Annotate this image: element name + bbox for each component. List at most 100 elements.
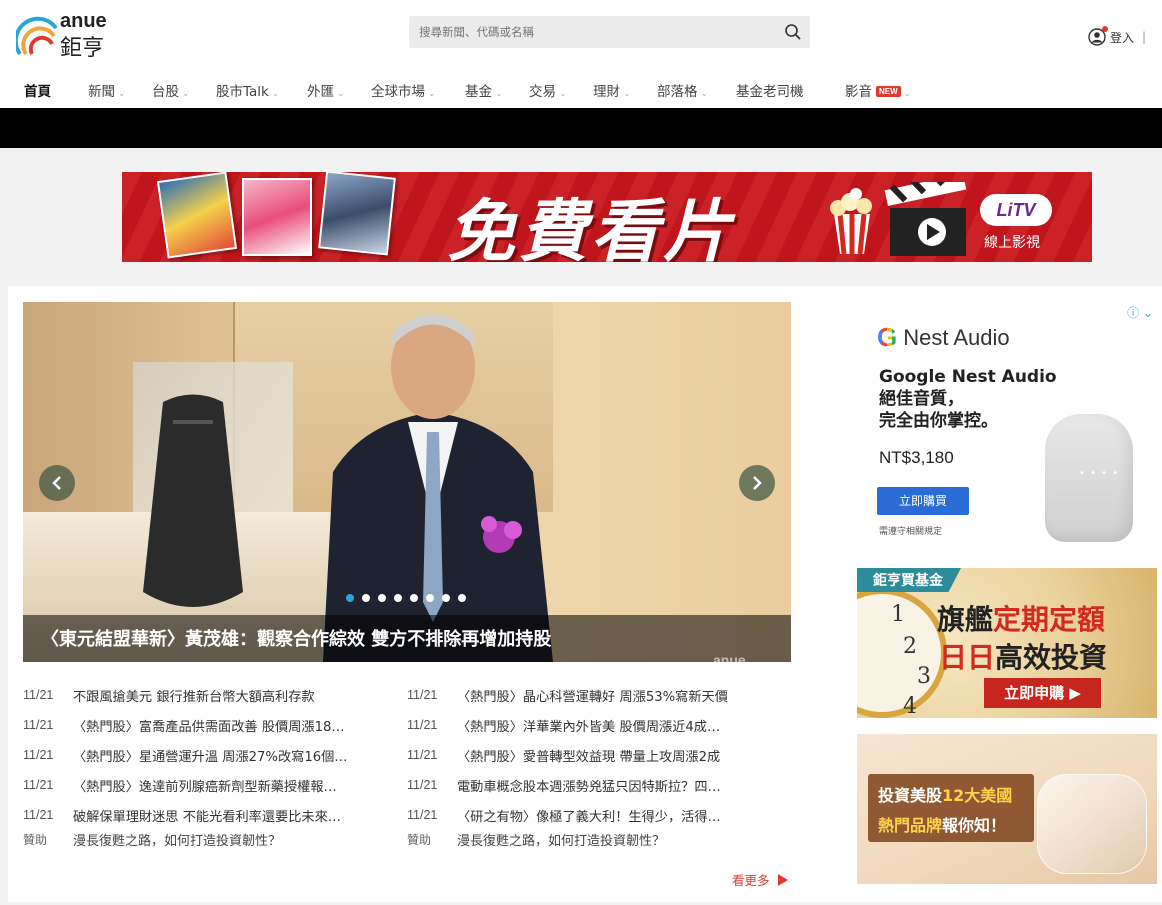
- sponsor-tag: 贊助: [23, 832, 48, 847]
- carousel-dot[interactable]: [442, 594, 450, 602]
- news-list-left: 11/21 不跟風搶美元 銀行推新台幣大額高利存款 11/21 〈熱門股〉富喬產品供…: [23, 680, 393, 830]
- logo-text-zh: 鉅亨: [60, 36, 105, 61]
- fund-ad[interactable]: 2 3 4 1 鉅亨買基金 旗艦定期定額 日日高效投資 立即申購 ▶: [857, 568, 1157, 718]
- sponsor-tag: 贊助: [407, 832, 432, 847]
- nest-audio-ad[interactable]: ⓘ ⌄ G Nest Audio Google Nest Audio 絕佳音質，…: [857, 302, 1157, 552]
- news-title[interactable]: 不跟風搶美元 銀行推新台幣大額高利存款: [73, 686, 393, 705]
- news-title[interactable]: 破解保單理財迷思 不能光看利率還要比未來…: [73, 806, 393, 825]
- clapperboard-icon: [884, 182, 967, 256]
- litv-logo: LiTV: [980, 194, 1052, 226]
- news-date: 11/21: [23, 748, 54, 762]
- news-date: 11/21: [407, 718, 438, 732]
- clock-image: 2 3 4 1: [857, 588, 947, 718]
- nest-brand-name: Nest Audio: [903, 324, 1010, 350]
- notification-dot: [1102, 26, 1108, 32]
- carousel-dot[interactable]: [410, 594, 418, 602]
- us-stock-ad[interactable]: 投資美股12大美國 熱門品牌報你知！: [857, 734, 1157, 884]
- carousel-dot[interactable]: [346, 594, 354, 602]
- new-badge: NEW: [876, 86, 901, 97]
- carousel-dot[interactable]: [426, 594, 434, 602]
- apply-now-button[interactable]: 立即申購 ▶: [984, 678, 1101, 708]
- nav-item-global-market[interactable]: 全球市場 ⌄: [371, 80, 436, 100]
- nav-item-fund-driver[interactable]: 基金老司機: [736, 80, 804, 100]
- carousel-dot[interactable]: [362, 594, 370, 602]
- nav-item-fund[interactable]: 基金 ⌄: [465, 80, 503, 100]
- chevron-down-icon: ⌄: [337, 89, 345, 99]
- news-title[interactable]: 〈熱門股〉晶心科營運轉好 周漲53%寫新天價: [457, 686, 777, 705]
- carousel-prev-button[interactable]: [39, 465, 75, 501]
- news-title[interactable]: 〈熱門股〉星通營運升溫 周漲27%改寫16個…: [73, 746, 393, 765]
- chevron-down-icon: ⌄: [495, 89, 503, 99]
- news-item[interactable]: 11/21 〈熱門股〉富喬產品供需面改善 股價周漲18…: [23, 710, 393, 740]
- news-item[interactable]: 11/21 〈熱門股〉愛普轉型效益現 帶量上攻周漲2成: [407, 740, 777, 770]
- carousel-dot[interactable]: [458, 594, 466, 602]
- poster-image: [156, 172, 238, 259]
- news-title[interactable]: 〈研之有物〉像極了義大利！生得少，活得…: [457, 806, 777, 825]
- news-item[interactable]: 11/21 不跟風搶美元 銀行推新台幣大額高利存款: [23, 680, 393, 710]
- nav-item-video[interactable]: 影音 NEW ⌄: [845, 80, 911, 100]
- news-title[interactable]: 〈熱門股〉富喬產品供需面改善 股價周漲18…: [73, 716, 393, 735]
- google-logo: G: [877, 322, 898, 352]
- news-title[interactable]: 〈熱門股〉愛普轉型效益現 帶量上攻周漲2成: [457, 746, 777, 765]
- litv-banner-ad[interactable]: 免費看片 LiTV 線上影視: [122, 172, 1092, 262]
- news-item[interactable]: 11/21 〈熱門股〉星通營運升溫 周漲27%改寫16個…: [23, 740, 393, 770]
- search-box: [409, 16, 810, 48]
- carousel-next-button[interactable]: [739, 465, 775, 501]
- poster-image: [318, 172, 396, 256]
- carousel-dot[interactable]: [378, 594, 386, 602]
- carousel-dot[interactable]: [394, 594, 402, 602]
- carousel-caption: 〈東元結盟華新〉黃茂雄：觀察合作綜效 雙方不排除再增加持股: [41, 629, 552, 650]
- nav-item-home[interactable]: 首頁: [24, 80, 51, 100]
- fund-tag: 鉅亨買基金: [857, 568, 961, 592]
- news-title[interactable]: 〈熱門股〉洋華業內外皆美 股價周漲近4成…: [457, 716, 777, 735]
- nav-item-stock-talk[interactable]: 股市Talk ⌄: [216, 80, 279, 100]
- black-bar: [0, 108, 1162, 148]
- nav-item-tw-stock[interactable]: 台股 ⌄: [152, 80, 190, 100]
- speaker-image: • • • •: [1045, 414, 1133, 542]
- headline-carousel[interactable]: 〈東元結盟華新〉黃茂雄：觀察合作綜效 雙方不排除再增加持股 anue: [23, 302, 791, 662]
- sponsor-title[interactable]: 漫長復甦之路，如何打造投資韌性？: [457, 830, 665, 849]
- nav-item-blog[interactable]: 部落格 ⌄: [657, 80, 708, 100]
- person-image: [323, 314, 553, 662]
- chevron-down-icon: ⌄: [118, 89, 126, 99]
- sponsored-item[interactable]: 贊助 漫長復甦之路，如何打造投資韌性？: [407, 826, 665, 852]
- chevron-down-icon: ⌄: [271, 89, 280, 99]
- news-list-right: 11/21 〈熱門股〉晶心科營運轉好 周漲53%寫新天價 11/21 〈熱門股〉洋華…: [407, 680, 777, 830]
- news-date: 11/21: [23, 688, 54, 702]
- news-item[interactable]: 11/21 〈熱門股〉洋華業內外皆美 股價周漲近4成…: [407, 710, 777, 740]
- chevron-down-icon: ⌄: [182, 89, 190, 99]
- search-input[interactable]: [409, 16, 769, 48]
- anue-logo[interactable]: anue 鉅亨: [16, 10, 126, 61]
- fund-headline-2: 日日高效投資: [939, 641, 1108, 674]
- news-item[interactable]: 11/21 電動車概念股本週漲勢兇猛只因特斯拉？四…: [407, 770, 777, 800]
- chevron-left-icon: [52, 476, 61, 490]
- nav-item-trade[interactable]: 交易 ⌄: [529, 80, 567, 100]
- news-item[interactable]: 11/21 〈熱門股〉逸達前列腺癌新劑型新藥授權報…: [23, 770, 393, 800]
- see-more-link[interactable]: 看更多: [732, 870, 788, 889]
- litv-subtitle: 線上影視: [984, 235, 1040, 251]
- us-headline-1: 投資美股12大美國: [878, 786, 1013, 805]
- login-separator: |: [1142, 30, 1147, 44]
- watermark: anue: [713, 652, 746, 662]
- news-title[interactable]: 電動車概念股本週漲勢兇猛只因特斯拉？四…: [457, 776, 777, 795]
- search-icon[interactable]: [784, 23, 802, 41]
- news-date: 11/21: [407, 808, 438, 822]
- news-date: 11/21: [23, 718, 54, 732]
- carousel-caption-bar[interactable]: 〈東元結盟華新〉黃茂雄：觀察合作綜效 雙方不排除再增加持股: [23, 615, 791, 662]
- rainbow-arc-icon: [16, 16, 58, 56]
- chevron-down-icon: ⌄: [559, 89, 567, 99]
- sponsor-title[interactable]: 漫長復甦之路，如何打造投資韌性？: [73, 830, 281, 849]
- news-item[interactable]: 11/21 〈熱門股〉晶心科營運轉好 周漲53%寫新天價: [407, 680, 777, 710]
- news-date: 11/21: [407, 748, 438, 762]
- nav-item-finance[interactable]: 理財 ⌄: [593, 80, 631, 100]
- nav-item-forex[interactable]: 外匯 ⌄: [307, 80, 345, 100]
- ad-info-icon[interactable]: ⓘ ⌄: [1127, 304, 1153, 321]
- see-more-label: 看更多: [732, 873, 770, 888]
- buy-now-button[interactable]: 立即購買: [877, 487, 969, 515]
- login-link[interactable]: 登入 |: [1088, 26, 1146, 48]
- nav-item-news[interactable]: 新聞 ⌄: [88, 80, 126, 100]
- poster-image: [242, 178, 312, 256]
- news-title[interactable]: 〈熱門股〉逸達前列腺癌新劑型新藥授權報…: [73, 776, 393, 795]
- sponsored-item[interactable]: 贊助 漫長復甦之路，如何打造投資韌性？: [23, 826, 281, 852]
- chevron-down-icon: ⌄: [623, 89, 631, 99]
